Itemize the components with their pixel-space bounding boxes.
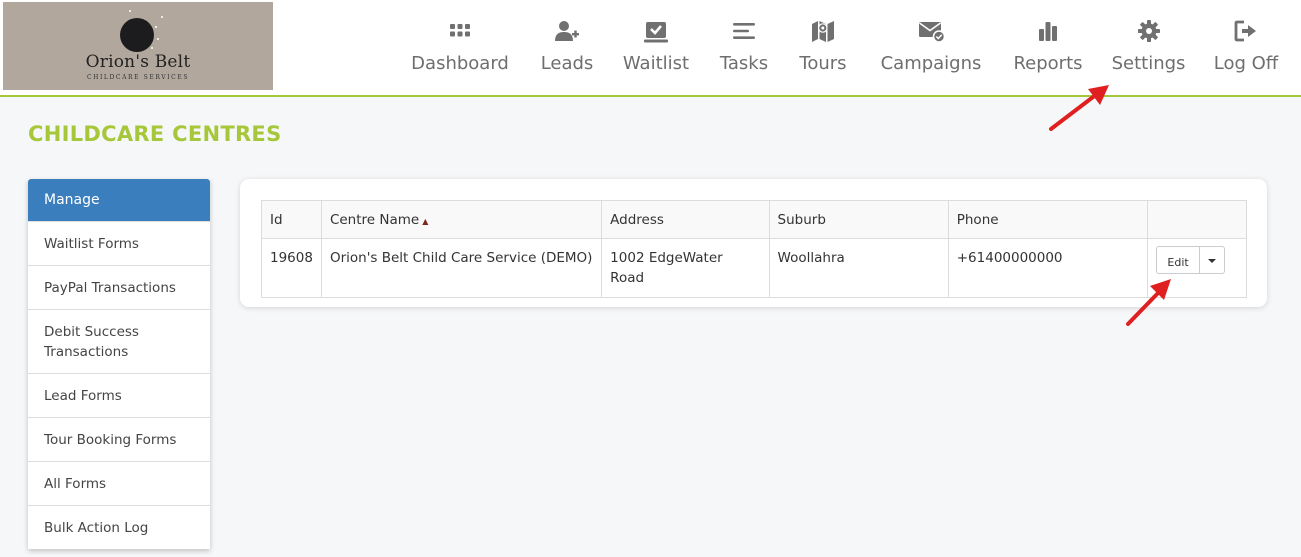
orions-belt-logo[interactable]: Orion's Belt CHILDCARE SERVICES <box>3 2 273 90</box>
column-header-address[interactable]: Address <box>601 200 770 239</box>
planet-icon <box>120 18 154 52</box>
nav-log-off-label: Log Off <box>1213 53 1279 74</box>
nav-waitlist[interactable]: Waitlist <box>618 18 694 82</box>
column-header-id-label: Id <box>270 212 283 228</box>
nav-dashboard[interactable]: Dashboard <box>405 18 515 82</box>
star-icon <box>129 10 131 12</box>
star-icon <box>157 38 159 40</box>
cell-address: 1002 EdgeWater Road <box>601 238 770 298</box>
nav-dashboard-label: Dashboard <box>411 53 509 74</box>
cell-phone: +61400000000 <box>947 238 1149 298</box>
nav-campaigns-label: Campaigns <box>880 53 982 74</box>
column-header-phone-label: Phone <box>956 212 999 228</box>
gear-icon <box>1137 20 1160 42</box>
dashboard-grid-icon <box>450 24 470 37</box>
column-header-phone[interactable]: Phone <box>947 200 1149 239</box>
sort-ascending-icon: ▲ <box>422 217 429 226</box>
column-header-address-label: Address <box>610 212 664 228</box>
clipboard-check-icon <box>644 22 668 43</box>
sidebar-item-lead-forms[interactable]: Lead Forms <box>28 373 210 417</box>
centres-table-card: Id Centre Name ▲ Address Suburb Phone 196… <box>240 179 1267 307</box>
sidebar-item-debit-success-transactions[interactable]: Debit Success Transactions <box>28 309 210 373</box>
column-header-centre-name[interactable]: Centre Name ▲ <box>320 200 603 239</box>
nav-tours[interactable]: Tours <box>793 18 853 82</box>
cell-centre-name: Orion's Belt Child Care Service (DEMO) <box>320 238 603 298</box>
nav-waitlist-label: Waitlist <box>622 53 690 74</box>
cell-id: 19608 <box>261 238 322 298</box>
nav-reports-label: Reports <box>1013 53 1083 74</box>
nav-tours-label: Tours <box>799 53 847 74</box>
sidebar-item-all-forms[interactable]: All Forms <box>28 461 210 505</box>
nav-settings[interactable]: Settings <box>1107 18 1190 82</box>
sidebar-header-manage: Manage <box>28 179 210 221</box>
star-icon <box>161 16 163 18</box>
column-header-centre-name-label: Centre Name <box>329 212 420 228</box>
table-row: 19608 Orion's Belt Child Care Service (D… <box>261 238 1247 298</box>
column-header-actions <box>1147 200 1247 239</box>
log-off-icon <box>1234 20 1256 42</box>
edit-dropdown-toggle[interactable] <box>1200 246 1226 274</box>
nav-leads[interactable]: Leads <box>535 18 599 82</box>
add-user-icon <box>555 21 579 41</box>
nav-reports[interactable]: Reports <box>1008 18 1088 82</box>
nav-campaigns[interactable]: Campaigns <box>873 18 989 82</box>
table-header-row: Id Centre Name ▲ Address Suburb Phone <box>261 200 1247 239</box>
annotation-arrow-settings-icon <box>1049 85 1109 131</box>
logo-tagline: CHILDCARE SERVICES <box>86 74 190 81</box>
envelope-check-icon <box>919 22 946 43</box>
annotation-arrow-edit-icon <box>1126 279 1171 326</box>
column-header-suburb-label: Suburb <box>777 212 826 228</box>
star-icon <box>151 47 153 49</box>
nav-settings-label: Settings <box>1111 53 1186 74</box>
map-icon <box>812 21 834 42</box>
bar-chart-icon <box>1039 22 1057 41</box>
sidebar-item-waitlist-forms[interactable]: Waitlist Forms <box>28 221 210 265</box>
column-header-suburb[interactable]: Suburb <box>768 200 949 239</box>
edit-button[interactable]: Edit <box>1156 246 1201 274</box>
nav-tasks[interactable]: Tasks <box>713 18 775 82</box>
manage-sidebar: Manage Waitlist Forms PayPal Transaction… <box>28 179 210 549</box>
sidebar-item-tour-booking-forms[interactable]: Tour Booking Forms <box>28 417 210 461</box>
sidebar-item-bulk-action-log[interactable]: Bulk Action Log <box>28 505 210 549</box>
edit-button-group: Edit <box>1156 246 1226 274</box>
nav-leads-label: Leads <box>540 53 594 74</box>
column-header-id[interactable]: Id <box>261 200 322 239</box>
star-icon <box>155 26 157 28</box>
centres-table: Id Centre Name ▲ Address Suburb Phone 196… <box>261 200 1247 298</box>
sidebar-item-paypal-transactions[interactable]: PayPal Transactions <box>28 265 210 309</box>
cell-suburb: Woollahra <box>768 238 949 298</box>
page-title: CHILDCARE CENTRES <box>28 122 282 146</box>
tasks-list-icon <box>733 23 755 39</box>
logo-brand-name: Orion's Belt <box>85 52 191 72</box>
nav-tasks-label: Tasks <box>719 53 769 74</box>
nav-log-off[interactable]: Log Off <box>1209 18 1283 82</box>
